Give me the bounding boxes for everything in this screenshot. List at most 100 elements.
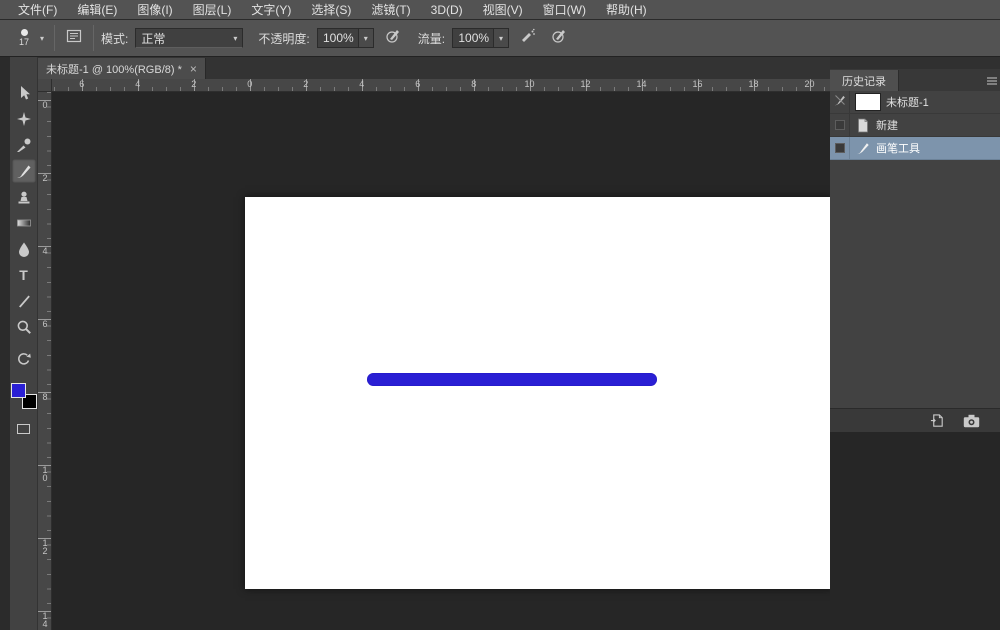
tablet-pressure-opacity-button[interactable] <box>381 26 405 50</box>
photoshop-window: 文件(F) 编辑(E) 图像(I) 图层(L) 文字(Y) 选择(S) 滤镜(T… <box>0 0 1000 630</box>
vertical-ruler[interactable]: 0 2 4 6 8 10 12 14 <box>38 92 52 630</box>
separator <box>93 25 94 51</box>
eyedropper-icon <box>16 137 32 153</box>
brush-tool-button[interactable] <box>12 159 36 183</box>
screen-mode-icon <box>17 424 30 434</box>
history-panel-footer <box>830 408 1000 432</box>
menu-filter[interactable]: 滤镜(T) <box>361 0 420 20</box>
brush-stroke <box>367 373 657 386</box>
blur-drop-icon <box>16 241 32 257</box>
snapshot-thumbnail <box>855 93 881 111</box>
separator <box>54 25 55 51</box>
ruler-number: 8 <box>40 392 50 400</box>
pen-tool-icon <box>16 293 32 309</box>
rotate-view-icon <box>16 351 32 367</box>
new-document-icon <box>855 117 871 133</box>
new-document-from-state-button[interactable] <box>928 413 946 429</box>
ruler-number: 6 <box>415 79 420 89</box>
chevron-down-icon: ▾ <box>364 34 368 43</box>
ruler-corner <box>38 79 52 92</box>
brush-preset-picker[interactable]: 17 ▾ <box>8 27 47 49</box>
menu-help[interactable]: 帮助(H) <box>596 0 657 20</box>
blur-tool-button[interactable] <box>12 237 36 261</box>
zoom-tool-button[interactable] <box>12 315 36 339</box>
opacity-value: 100% <box>323 31 354 45</box>
horizontal-ruler[interactable]: 6 4 2 0 2 4 6 8 10 12 14 16 18 20 <box>52 79 830 92</box>
history-state-row[interactable]: 新建 <box>830 114 1000 137</box>
mode-select[interactable]: 正常 ▾ <box>135 28 243 48</box>
brush-tool-icon <box>16 163 32 179</box>
ruler-number: 0 <box>247 79 252 89</box>
magic-wand-tool-button[interactable] <box>12 107 36 131</box>
chevron-down-icon: ▾ <box>499 34 503 43</box>
gradient-tool-icon <box>16 215 32 231</box>
options-bar: 17 ▾ 模式: 正常 ▾ 不透明度: 100% ▾ 流量: <box>0 20 1000 57</box>
tablet-pressure-size-button[interactable] <box>547 26 571 50</box>
brush-tool-icon <box>855 140 871 156</box>
menu-type[interactable]: 文字(Y) <box>241 0 301 20</box>
history-panel-tab[interactable]: 历史记录 <box>830 70 899 91</box>
menu-edit[interactable]: 编辑(E) <box>67 0 127 20</box>
ruler-number: 2 <box>191 79 196 89</box>
document-tab[interactable]: 未标题-1 @ 100%(RGB/8) * × <box>38 58 206 79</box>
flow-input[interactable]: 100% <box>452 28 494 48</box>
history-state-row-selected[interactable]: 画笔工具 <box>830 137 1000 160</box>
history-snapshot-row[interactable]: 未标题-1 <box>830 91 1000 114</box>
type-tool-button[interactable]: T <box>12 263 36 287</box>
ruler-number: 20 <box>804 79 814 89</box>
chevron-down-icon: ▾ <box>40 34 44 43</box>
menu-window[interactable]: 窗口(W) <box>533 0 596 20</box>
panel-top-strip <box>830 57 1000 69</box>
ruler-number: 6 <box>40 319 50 327</box>
history-panel-title: 历史记录 <box>842 73 886 89</box>
airbrush-button[interactable] <box>516 26 540 50</box>
history-list: 未标题-1 新建 画笔工具 <box>830 91 1000 408</box>
menu-bar: 文件(F) 编辑(E) 图像(I) 图层(L) 文字(Y) 选择(S) 滤镜(T… <box>0 0 1000 20</box>
zoom-tool-icon <box>16 319 32 335</box>
document-tab-title: 未标题-1 @ 100%(RGB/8) * <box>46 61 182 77</box>
history-brush-source-well[interactable] <box>830 137 850 159</box>
foreground-color-swatch[interactable] <box>11 383 26 398</box>
new-snapshot-button[interactable] <box>962 413 980 429</box>
flow-value: 100% <box>458 31 489 45</box>
opacity-dropdown-button[interactable]: ▾ <box>359 28 374 48</box>
toggle-brush-panel-button[interactable] <box>62 26 86 50</box>
history-brush-source-well[interactable] <box>830 114 850 136</box>
mode-label: 模式: <box>101 30 128 47</box>
history-brush-source-well[interactable] <box>830 91 850 113</box>
history-brush-icon <box>834 93 846 111</box>
menu-image[interactable]: 图像(I) <box>127 0 182 20</box>
flow-dropdown-button[interactable]: ▾ <box>494 28 509 48</box>
pen-tool-button[interactable] <box>12 289 36 313</box>
screen-mode-button[interactable] <box>12 417 36 441</box>
eyedropper-tool-button[interactable] <box>12 133 36 157</box>
ruler-number: 10 <box>40 465 50 481</box>
canvas-viewport[interactable] <box>52 92 830 630</box>
history-panel-header: 历史记录 <box>830 69 1000 91</box>
menu-layer[interactable]: 图层(L) <box>183 0 242 20</box>
color-swatches[interactable] <box>11 383 37 409</box>
clone-stamp-tool-button[interactable] <box>12 185 36 209</box>
menu-view[interactable]: 视图(V) <box>473 0 533 20</box>
move-tool-button[interactable] <box>12 81 36 105</box>
ruler-number: 18 <box>748 79 758 89</box>
rotate-view-tool-button[interactable] <box>12 347 36 371</box>
menu-file[interactable]: 文件(F) <box>8 0 67 20</box>
history-panel: 历史记录 未标题-1 <box>830 57 1000 630</box>
ruler-number: 2 <box>40 173 50 181</box>
panel-menu-icon[interactable] <box>984 73 1000 89</box>
close-icon[interactable]: × <box>190 62 197 76</box>
source-well-box <box>835 120 845 130</box>
canvas[interactable] <box>245 197 832 589</box>
ruler-number: 4 <box>135 79 140 89</box>
menu-select[interactable]: 选择(S) <box>301 0 361 20</box>
gradient-tool-button[interactable] <box>12 211 36 235</box>
menu-3d[interactable]: 3D(D) <box>421 0 473 20</box>
mode-value: 正常 <box>141 30 165 47</box>
pasteboard-edge <box>0 57 10 630</box>
opacity-input[interactable]: 100% <box>317 28 359 48</box>
clone-stamp-icon <box>16 189 32 205</box>
ruler-number: 6 <box>79 79 84 89</box>
brush-panel-icon <box>66 28 82 49</box>
chevron-down-icon: ▾ <box>233 34 237 43</box>
